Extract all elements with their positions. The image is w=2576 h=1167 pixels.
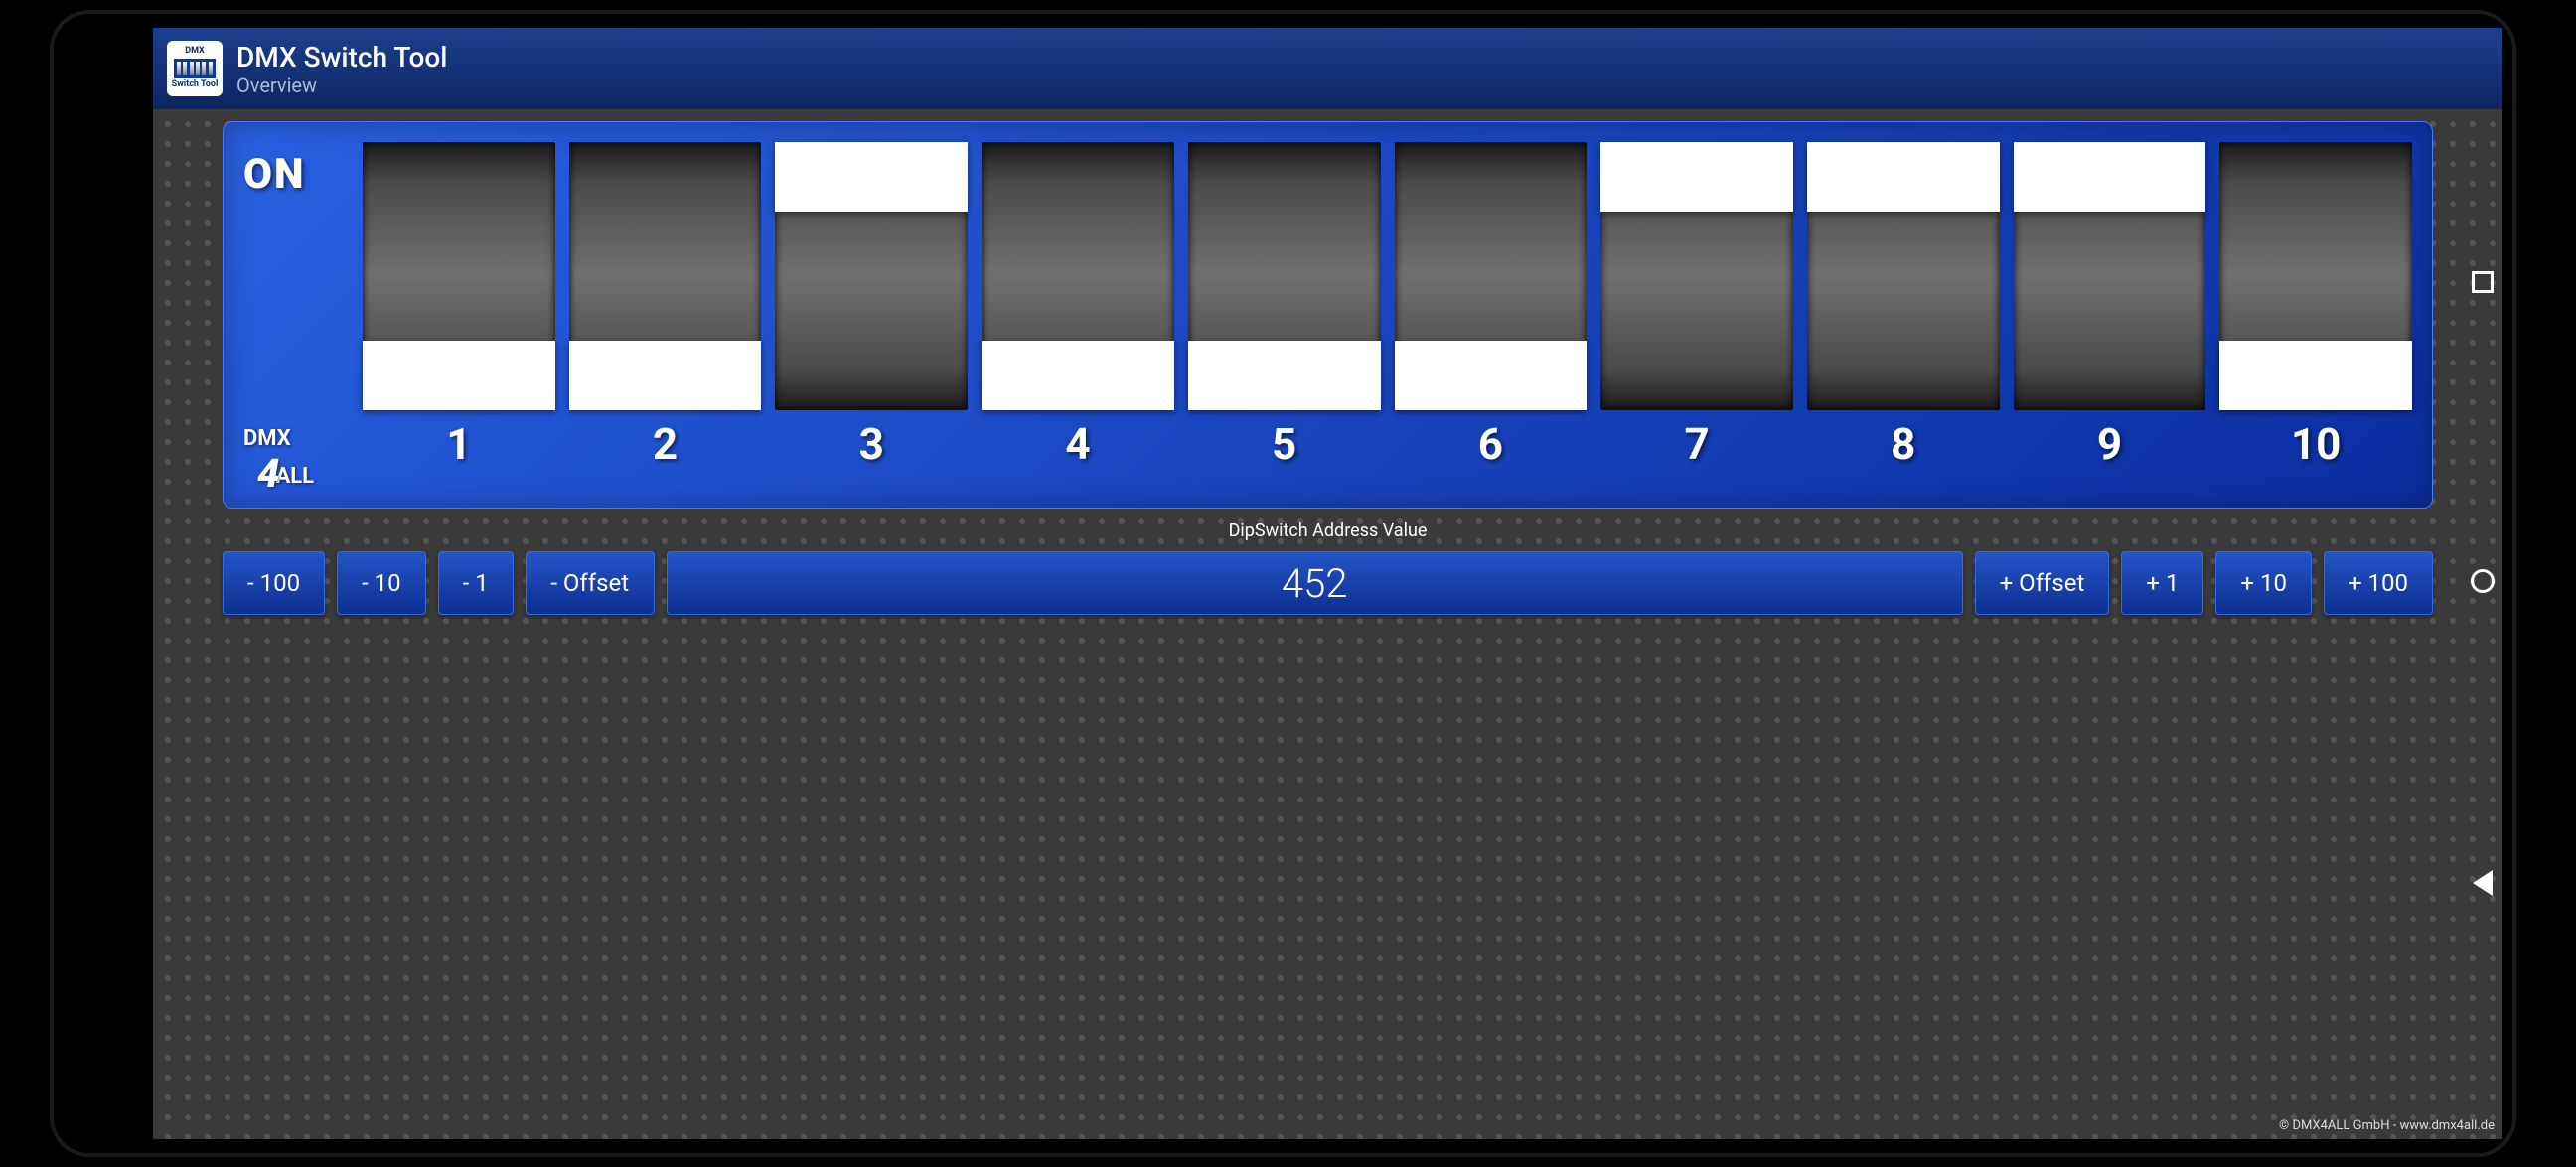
dip-switch-number: 9 — [2097, 418, 2122, 470]
dip-switch-1[interactable]: 1 — [363, 142, 555, 500]
app-icon-switch-graphic — [174, 59, 216, 78]
app-icon-top-text: DMX — [185, 47, 205, 57]
app-screen: DMX Switch Tool DMX Switch Tool Overview… — [153, 28, 2502, 1139]
app-icon-bottom-text: Switch Tool — [172, 80, 219, 90]
dip-switch-number: 1 — [446, 418, 471, 470]
dip-switch-7[interactable]: 7 — [1600, 142, 1793, 500]
dip-switch-10[interactable]: 10 — [2219, 142, 2412, 500]
app-icon: DMX Switch Tool — [167, 41, 223, 96]
dip-switch-panel: ON DMX 4ALL 1 2 3 4 5 6 7 8 9 10 — [223, 121, 2433, 509]
dip-switch-2[interactable]: 2 — [569, 142, 762, 500]
dip-switch-slot[interactable] — [569, 142, 762, 410]
dip-switch-slot[interactable] — [1395, 142, 1588, 410]
dip-switch-number: 2 — [653, 418, 678, 470]
plus-100-button[interactable]: + 100 — [2324, 551, 2433, 615]
dip-switch-slot[interactable] — [1600, 142, 1793, 410]
app-title: DMX Switch Tool — [236, 41, 447, 73]
dip-switch-number: 7 — [1684, 418, 1709, 470]
dip-switch-number: 3 — [859, 418, 884, 470]
dip-switch-slot[interactable] — [363, 142, 555, 410]
dip-switch-handle[interactable] — [1188, 341, 1381, 410]
dip-switch-handle[interactable] — [1395, 341, 1588, 410]
controls-row: - 100 - 10 - 1 - Offset 452 + Offset + 1… — [223, 551, 2433, 615]
dip-switch-5[interactable]: 5 — [1188, 142, 1381, 500]
section-label: DipSwitch Address Value — [223, 520, 2433, 541]
minus-100-button[interactable]: - 100 — [223, 551, 325, 615]
dip-panel-left: ON DMX 4ALL — [243, 142, 353, 500]
plus-offset-button[interactable]: + Offset — [1975, 551, 2110, 615]
dip-switch-handle[interactable] — [1807, 142, 2000, 212]
minus-1-button[interactable]: - 1 — [438, 551, 514, 615]
dip-switch-9[interactable]: 9 — [2014, 142, 2206, 500]
dip-switch-slot[interactable] — [2219, 142, 2412, 410]
app-header: DMX Switch Tool DMX Switch Tool Overview — [153, 28, 2502, 109]
dip-switch-handle[interactable] — [569, 341, 762, 410]
device-frame: DMX Switch Tool DMX Switch Tool Overview… — [50, 10, 2516, 1157]
content-area: ON DMX 4ALL 1 2 3 4 5 6 7 8 9 10 DipSwitch Addres… — [153, 109, 2502, 1139]
dip-switch-handle[interactable] — [1600, 142, 1793, 212]
dip-switch-8[interactable]: 8 — [1807, 142, 2000, 500]
dip-switch-slot[interactable] — [775, 142, 968, 410]
dip-switch-number: 5 — [1272, 418, 1296, 470]
plus-10-button[interactable]: + 10 — [2215, 551, 2312, 615]
dip-switch-handle[interactable] — [775, 142, 968, 212]
minus-10-button[interactable]: - 10 — [337, 551, 426, 615]
dip-switch-number: 8 — [1891, 418, 1915, 470]
dip-switch-number: 10 — [2291, 418, 2342, 470]
address-value-display[interactable]: 452 — [667, 551, 1963, 615]
nav-home-icon[interactable] — [2471, 569, 2495, 593]
android-navbar — [2453, 14, 2512, 1153]
nav-back-icon[interactable] — [2473, 870, 2493, 896]
dip-switch-6[interactable]: 6 — [1395, 142, 1588, 500]
dip-switch-slot[interactable] — [2014, 142, 2206, 410]
dip-switch-slot[interactable] — [1807, 142, 2000, 410]
brand-logo: DMX 4ALL — [243, 428, 353, 490]
dip-switch-slot[interactable] — [982, 142, 1174, 410]
dip-switch-handle[interactable] — [363, 341, 555, 410]
dip-switch-4[interactable]: 4 — [982, 142, 1174, 500]
dip-switch-number: 6 — [1478, 418, 1503, 470]
dip-switch-handle[interactable] — [982, 341, 1174, 410]
switches-row: 1 2 3 4 5 6 7 8 9 10 — [363, 142, 2412, 500]
dip-switch-handle[interactable] — [2219, 341, 2412, 410]
app-subtitle: Overview — [236, 73, 447, 97]
nav-recent-icon[interactable] — [2472, 271, 2494, 293]
plus-1-button[interactable]: + 1 — [2121, 551, 2203, 615]
app-titles: DMX Switch Tool Overview — [236, 41, 447, 97]
dip-switch-3[interactable]: 3 — [775, 142, 968, 500]
on-label: ON — [243, 150, 353, 199]
dip-switch-slot[interactable] — [1188, 142, 1381, 410]
minus-offset-button[interactable]: - Offset — [526, 551, 655, 615]
dip-switch-handle[interactable] — [2014, 142, 2206, 212]
dip-switch-number: 4 — [1065, 418, 1090, 470]
